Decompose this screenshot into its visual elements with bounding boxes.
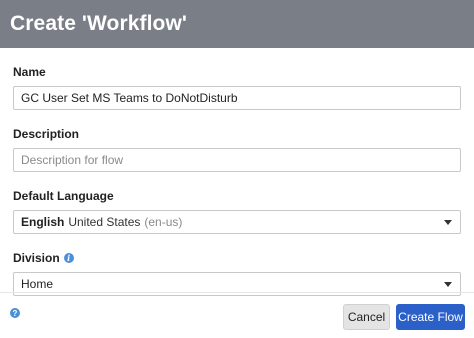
dialog-title: Create 'Workflow' xyxy=(10,12,188,35)
caret-down-icon xyxy=(444,281,452,287)
create-workflow-dialog: Create 'Workflow' Name Description Defau… xyxy=(0,0,474,338)
default-language-label: Default Language xyxy=(13,189,114,203)
caret-down-icon xyxy=(444,219,452,225)
language-code: (en-us) xyxy=(144,215,183,229)
language-group: Default Language English United States (en… xyxy=(13,188,461,234)
footer-divider xyxy=(0,292,474,293)
name-label: Name xyxy=(13,65,46,79)
name-input[interactable] xyxy=(13,86,461,110)
description-label: Description xyxy=(13,127,80,141)
default-language-select[interactable]: English United States (en-us) xyxy=(13,210,461,234)
name-group: Name xyxy=(13,64,461,110)
description-group: Description xyxy=(13,126,461,172)
division-group: Division i Home xyxy=(13,250,461,296)
info-icon[interactable]: i xyxy=(63,253,74,263)
division-label-row: Division i xyxy=(13,250,461,266)
language-name: English xyxy=(21,215,65,229)
division-label: Division xyxy=(13,251,60,265)
dialog-header: Create 'Workflow' xyxy=(0,0,474,48)
language-value: English United States (en-us) xyxy=(21,215,182,229)
dialog-body: Name Description Default Language Englis… xyxy=(0,48,474,296)
description-input[interactable] xyxy=(13,148,461,172)
language-region: United States xyxy=(68,215,141,229)
division-value: Home xyxy=(21,277,54,291)
create-flow-button[interactable]: Create Flow xyxy=(396,304,465,330)
cancel-button[interactable]: Cancel xyxy=(343,304,390,330)
help-icon[interactable]: ? xyxy=(10,308,20,318)
